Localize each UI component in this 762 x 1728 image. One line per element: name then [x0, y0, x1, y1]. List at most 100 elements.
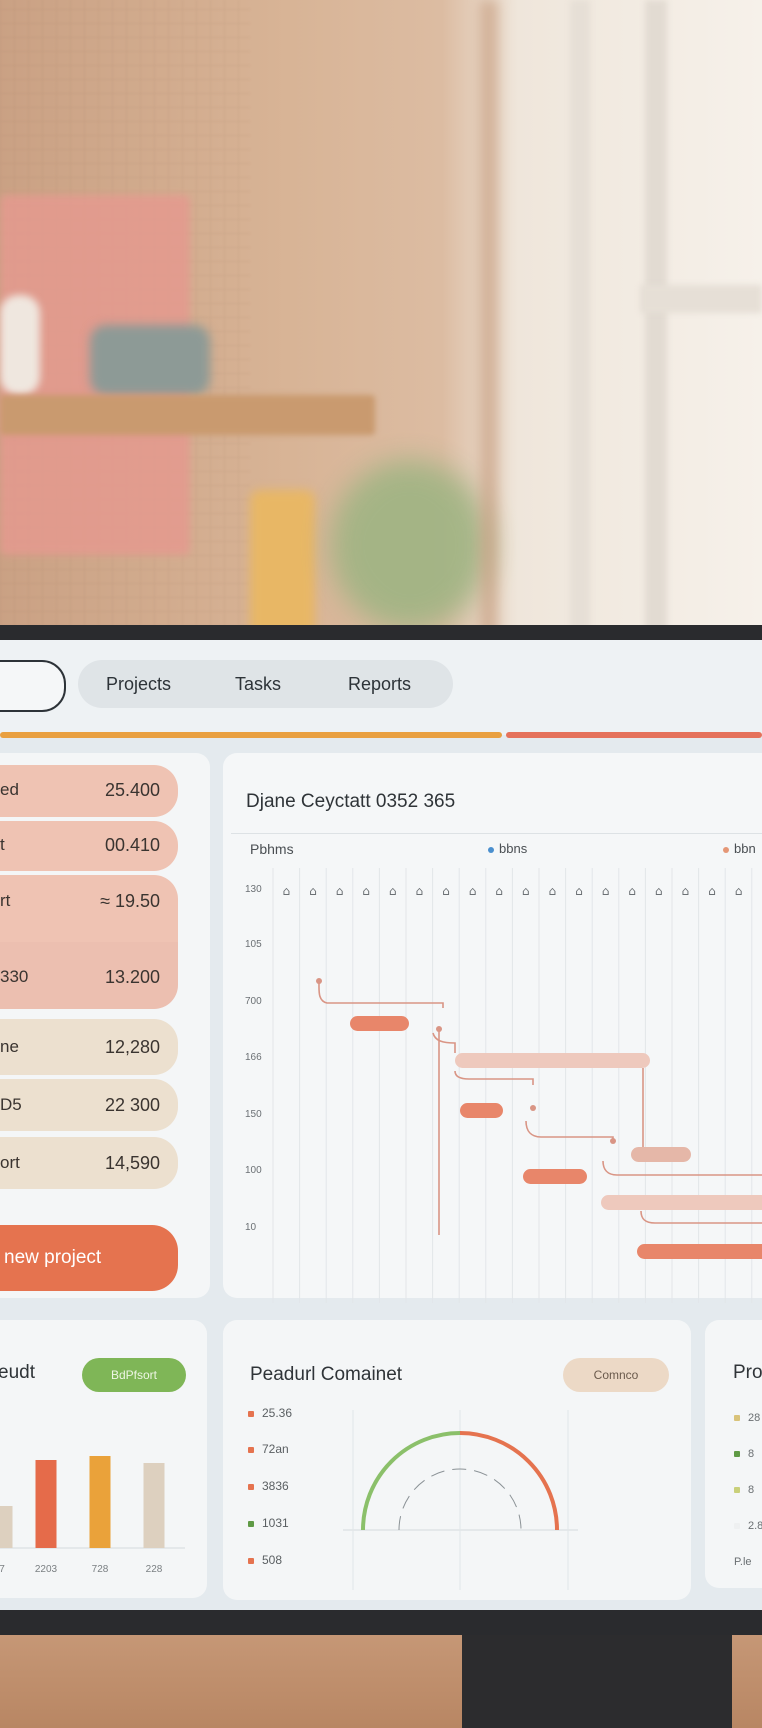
- project-value: 13.200: [104, 967, 160, 987]
- legend-item: bbn: [723, 841, 756, 856]
- dashboard-screen: Projects Tasks Reports ed 25.400 t 00.41…: [0, 640, 762, 1610]
- tab-reports[interactable]: Reports: [348, 660, 411, 708]
- tab-bar: Projects Tasks Reports: [78, 660, 453, 708]
- milestone-dot: [316, 978, 322, 984]
- budget-panel: eudt BdPfsort 7 2203 728 228: [0, 1320, 207, 1598]
- day-column-icon: ⌂: [681, 884, 689, 898]
- summary-item: 28: [734, 1412, 760, 1424]
- dependency-line: [602, 1160, 762, 1176]
- project-name: t: [0, 835, 5, 854]
- gantt-chart: ⌂ ⌂ ⌂ ⌂ ⌂ ⌂ ⌂ ⌂ ⌂ ⌂ ⌂ ⌂ ⌂ ⌂ ⌂ ⌂ ⌂ ⌂ 130 105 700 166 150 1…: [245, 868, 762, 1303]
- summary-marker: [734, 1487, 740, 1494]
- new-project-button[interactable]: new project: [0, 1225, 178, 1291]
- bar-tick-label: 7: [0, 1564, 5, 1575]
- project-row[interactable]: ed 25.400: [0, 765, 178, 817]
- tab-tasks[interactable]: Tasks: [235, 660, 281, 708]
- row-label: 150: [245, 1109, 262, 1120]
- gantt-task-bar[interactable]: [637, 1244, 762, 1259]
- bar-tick-label: 228: [146, 1564, 163, 1575]
- dependency-line: [454, 1070, 534, 1085]
- project-name: 330: [0, 967, 29, 986]
- day-column-icon: ⌂: [469, 884, 477, 898]
- day-column-icon: ⌂: [602, 884, 610, 898]
- gantt-title: Djane Ceyctatt 0352 365: [246, 791, 456, 812]
- summary-item: 8: [734, 1448, 754, 1460]
- summary-label: 2.8: [748, 1520, 762, 1532]
- day-column-icon: ⌂: [575, 884, 583, 898]
- vase: [0, 295, 40, 395]
- project-value: ≈ 19.50: [100, 891, 160, 911]
- project-name: D5: [0, 1095, 22, 1114]
- day-column-icon: ⌂: [415, 884, 423, 898]
- monitor: Projects Tasks Reports ed 25.400 t 00.41…: [0, 625, 762, 1635]
- day-column-icon: ⌂: [548, 884, 556, 898]
- budget-bar[interactable]: [89, 1456, 111, 1548]
- gantt-task-bar[interactable]: [601, 1195, 762, 1210]
- project-list-panel: ed 25.400 t 00.410 rt ≈ 19.50 330 13.200…: [0, 753, 210, 1298]
- projects-summary-panel: Pro 28 8 8 2.8 P.le: [705, 1320, 762, 1588]
- row-label: 10: [245, 1222, 257, 1233]
- monitor-stand: [462, 1630, 732, 1728]
- gantt-task-bar[interactable]: [631, 1147, 691, 1162]
- budget-bar[interactable]: [35, 1460, 57, 1548]
- dependency-line: [318, 982, 444, 1008]
- background-room: [0, 0, 762, 640]
- window-frame: [570, 0, 590, 640]
- gantt-column-header: Pbhms: [250, 841, 294, 857]
- milestone-dot: [436, 1026, 442, 1032]
- budget-bar[interactable]: [143, 1463, 165, 1548]
- gantt-task-bar[interactable]: [523, 1169, 587, 1184]
- day-column-icon: ⌂: [522, 884, 530, 898]
- gantt-chart-panel: Djane Ceyctatt 0352 365 Pbhms bbns bbn ⌂…: [223, 753, 762, 1303]
- budget-bar[interactable]: [0, 1506, 13, 1548]
- budget-bar-chart: 7 2203 728 228: [0, 1456, 185, 1575]
- summary-marker: [734, 1451, 740, 1458]
- day-column-icon: ⌂: [309, 884, 317, 898]
- timeline-progress-bar: [0, 732, 502, 738]
- gauge-arc-red: [459, 1431, 559, 1531]
- window-frame: [640, 285, 762, 313]
- legend-label: bbn: [734, 841, 756, 856]
- dependency-line: [432, 1032, 456, 1053]
- day-column-icon: ⌂: [495, 884, 503, 898]
- day-column-icon: ⌂: [628, 884, 636, 898]
- project-row[interactable]: D5 22 300: [0, 1079, 178, 1131]
- day-column-icon: ⌂: [389, 884, 397, 898]
- gantt-task-bar[interactable]: [460, 1103, 503, 1118]
- milestone-dot: [610, 1138, 616, 1144]
- project-row[interactable]: ne 12,280: [0, 1019, 178, 1075]
- legend-dot: [488, 846, 494, 853]
- day-column-icon: ⌂: [362, 884, 370, 898]
- bar-tick-label: 728: [92, 1564, 109, 1575]
- project-row[interactable]: t 00.410: [0, 821, 178, 871]
- plant: [330, 460, 490, 630]
- day-column-icon: ⌂: [282, 884, 290, 898]
- project-name: ort: [0, 1153, 20, 1172]
- project-value: 12,280: [104, 1037, 160, 1057]
- row-label: 100: [245, 1165, 262, 1176]
- day-column-icon: ⌂: [708, 884, 716, 898]
- day-column-icon: ⌂: [735, 884, 743, 898]
- row-label: 105: [245, 939, 262, 950]
- summary-marker: [734, 1415, 740, 1422]
- project-row[interactable]: rt ≈ 19.50 330 13.200: [0, 875, 178, 1009]
- day-column-icon: ⌂: [655, 884, 663, 898]
- gantt-task-bar[interactable]: [455, 1053, 650, 1068]
- wall-edge: [480, 0, 498, 640]
- gantt-task-bar[interactable]: [350, 1016, 409, 1031]
- project-value: 14,590: [104, 1153, 160, 1173]
- summary-item: 2.8: [734, 1520, 762, 1532]
- tab-projects[interactable]: Projects: [106, 660, 171, 708]
- divider: [231, 833, 762, 834]
- row-label: 130: [245, 884, 262, 895]
- row-label: 166: [245, 1052, 262, 1063]
- summary-footer: P.le: [734, 1556, 752, 1568]
- panel-title: Pro: [733, 1362, 762, 1383]
- project-row[interactable]: ort 14,590: [0, 1137, 178, 1189]
- summary-label: 8: [748, 1448, 755, 1460]
- summary-item: 8: [734, 1484, 754, 1496]
- search-input[interactable]: [0, 660, 66, 712]
- project-value: 25.400: [104, 780, 160, 800]
- gauge-chart: [343, 1410, 578, 1590]
- row-label: 700: [245, 996, 262, 1007]
